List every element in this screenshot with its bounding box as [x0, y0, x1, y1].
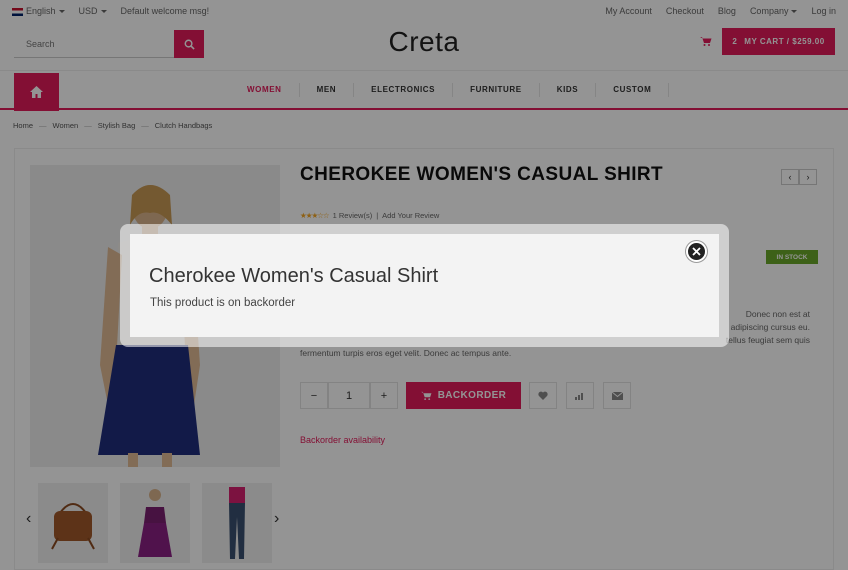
modal-title: Cherokee Women's Casual Shirt: [149, 265, 439, 287]
modal-message: This product is on backorder: [150, 297, 296, 309]
modal-close-button[interactable]: [686, 241, 707, 262]
close-icon: [692, 247, 701, 256]
